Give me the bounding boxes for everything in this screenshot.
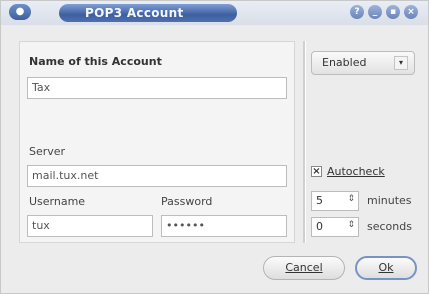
username-label: Username — [29, 195, 86, 208]
spin-arrows-icon[interactable]: ⇕ — [347, 194, 355, 204]
pop3-account-dialog: ● POP3 Account ? _ ▪ × Name of this Acco… — [0, 0, 429, 294]
account-status-value: Enabled — [322, 56, 367, 69]
minimize-icon[interactable]: _ — [368, 5, 382, 19]
minutes-value: 5 — [316, 194, 323, 207]
window-title: POP3 Account — [59, 4, 237, 22]
username-field[interactable]: tux — [27, 215, 153, 237]
minutes-label: minutes — [367, 194, 412, 207]
server-label: Server — [29, 145, 66, 158]
seconds-value: 0 — [316, 220, 323, 233]
cancel-button-label: Cancel — [285, 261, 323, 274]
account-status-select[interactable]: Enabled ▾ — [311, 51, 415, 75]
account-settings-panel — [19, 41, 295, 243]
ok-button-label: Ok — [378, 261, 394, 274]
server-field[interactable]: mail.tux.net — [27, 165, 287, 187]
account-name-field[interactable]: Tax — [27, 77, 287, 99]
cancel-button[interactable]: Cancel — [263, 256, 345, 280]
chevron-down-icon: ▾ — [394, 56, 408, 70]
account-name-label: Name of this Account — [29, 55, 162, 68]
password-label: Password — [161, 195, 213, 208]
ok-button[interactable]: Ok — [355, 256, 417, 280]
password-field[interactable]: •••••• — [161, 215, 287, 237]
minutes-spinbox[interactable]: 5 ⇕ — [311, 191, 359, 211]
spin-arrows-icon[interactable]: ⇕ — [347, 220, 355, 230]
close-icon[interactable]: × — [404, 5, 418, 19]
autocheck-label: Autocheck — [327, 165, 385, 178]
seconds-spinbox[interactable]: 0 ⇕ — [311, 217, 359, 237]
checkbox-checked-icon: × — [311, 166, 322, 177]
seconds-label: seconds — [367, 220, 412, 233]
maximize-icon[interactable]: ▪ — [386, 5, 400, 19]
panel-divider — [303, 41, 306, 243]
help-icon[interactable]: ? — [350, 5, 364, 19]
title-bar: ● POP3 Account ? _ ▪ × — [1, 1, 428, 25]
window-menu-icon[interactable]: ● — [9, 4, 31, 20]
